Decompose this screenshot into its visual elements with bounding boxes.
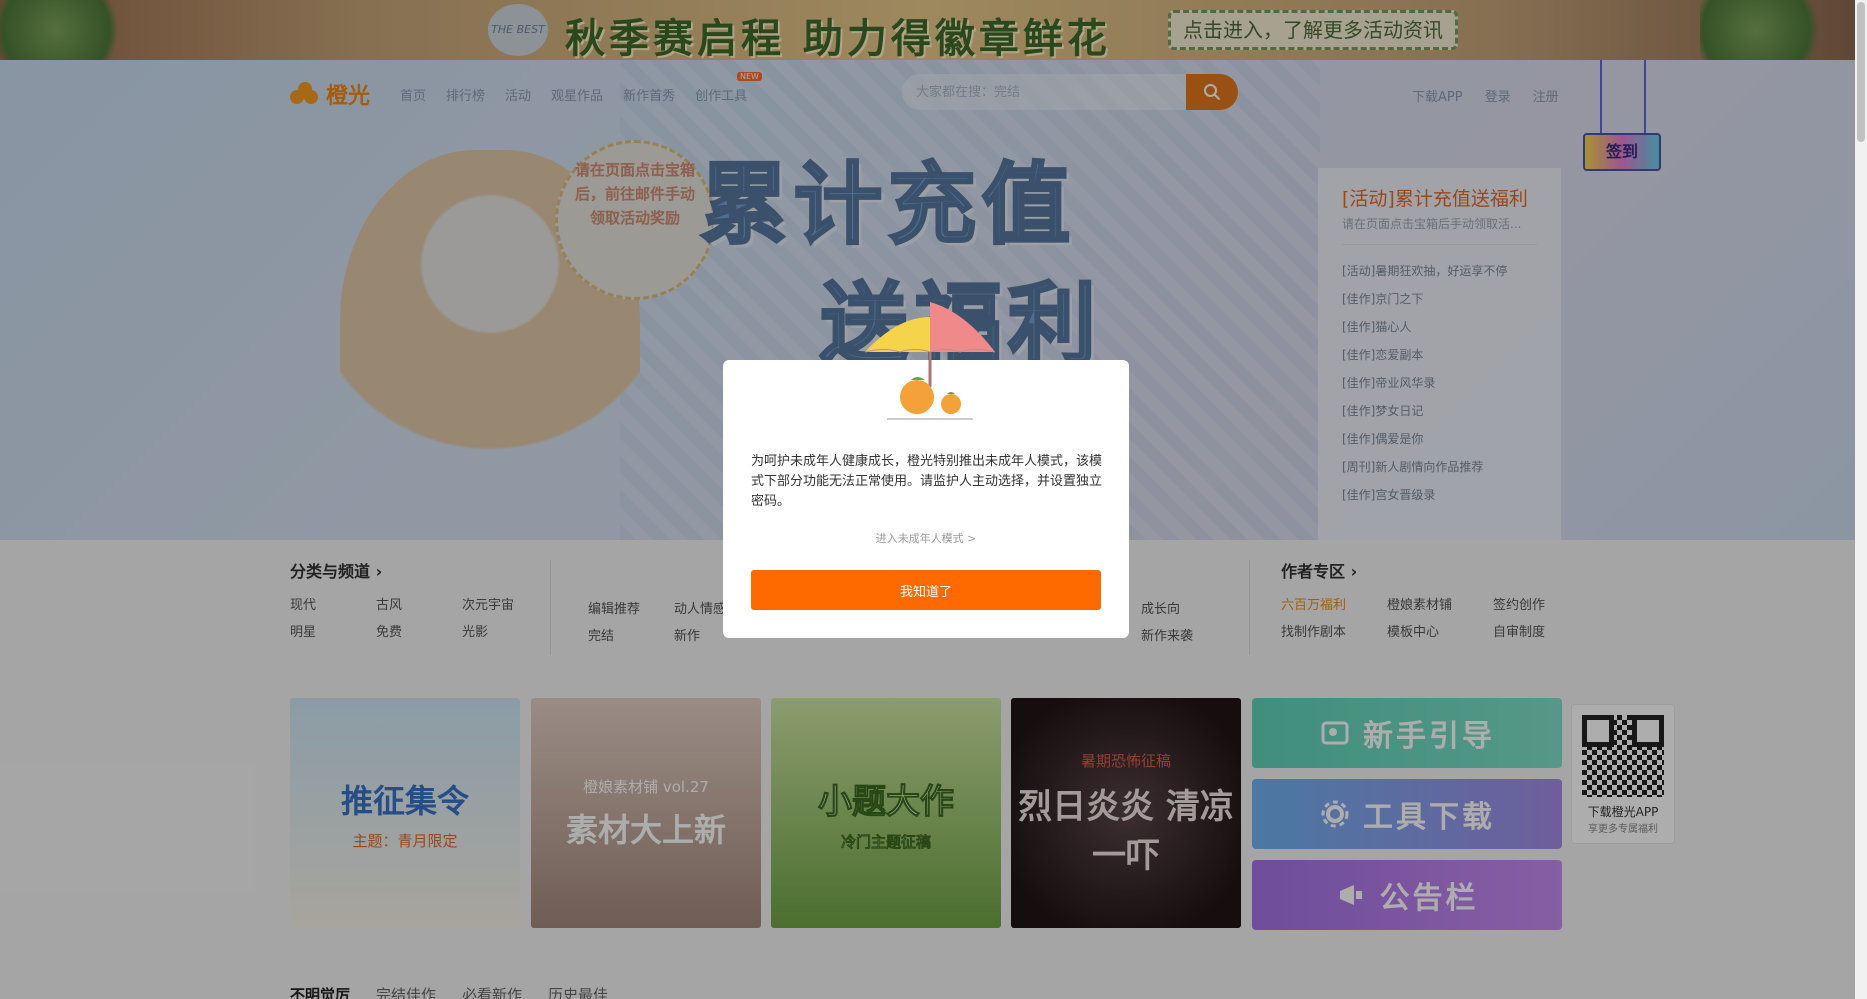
enter-minor-mode-link[interactable]: 进入未成年人模式 > bbox=[723, 530, 1129, 546]
umbrella-oranges-illustration bbox=[864, 302, 996, 420]
scrollbar-thumb[interactable] bbox=[1857, 2, 1865, 142]
acknowledge-button[interactable]: 我知道了 bbox=[751, 570, 1101, 610]
dialog-message: 为呵护未成年人健康成长，橙光特别推出未成年人模式，该模式下部分功能无法正常使用。… bbox=[751, 454, 1103, 509]
page-scrollbar[interactable] bbox=[1855, 0, 1867, 999]
